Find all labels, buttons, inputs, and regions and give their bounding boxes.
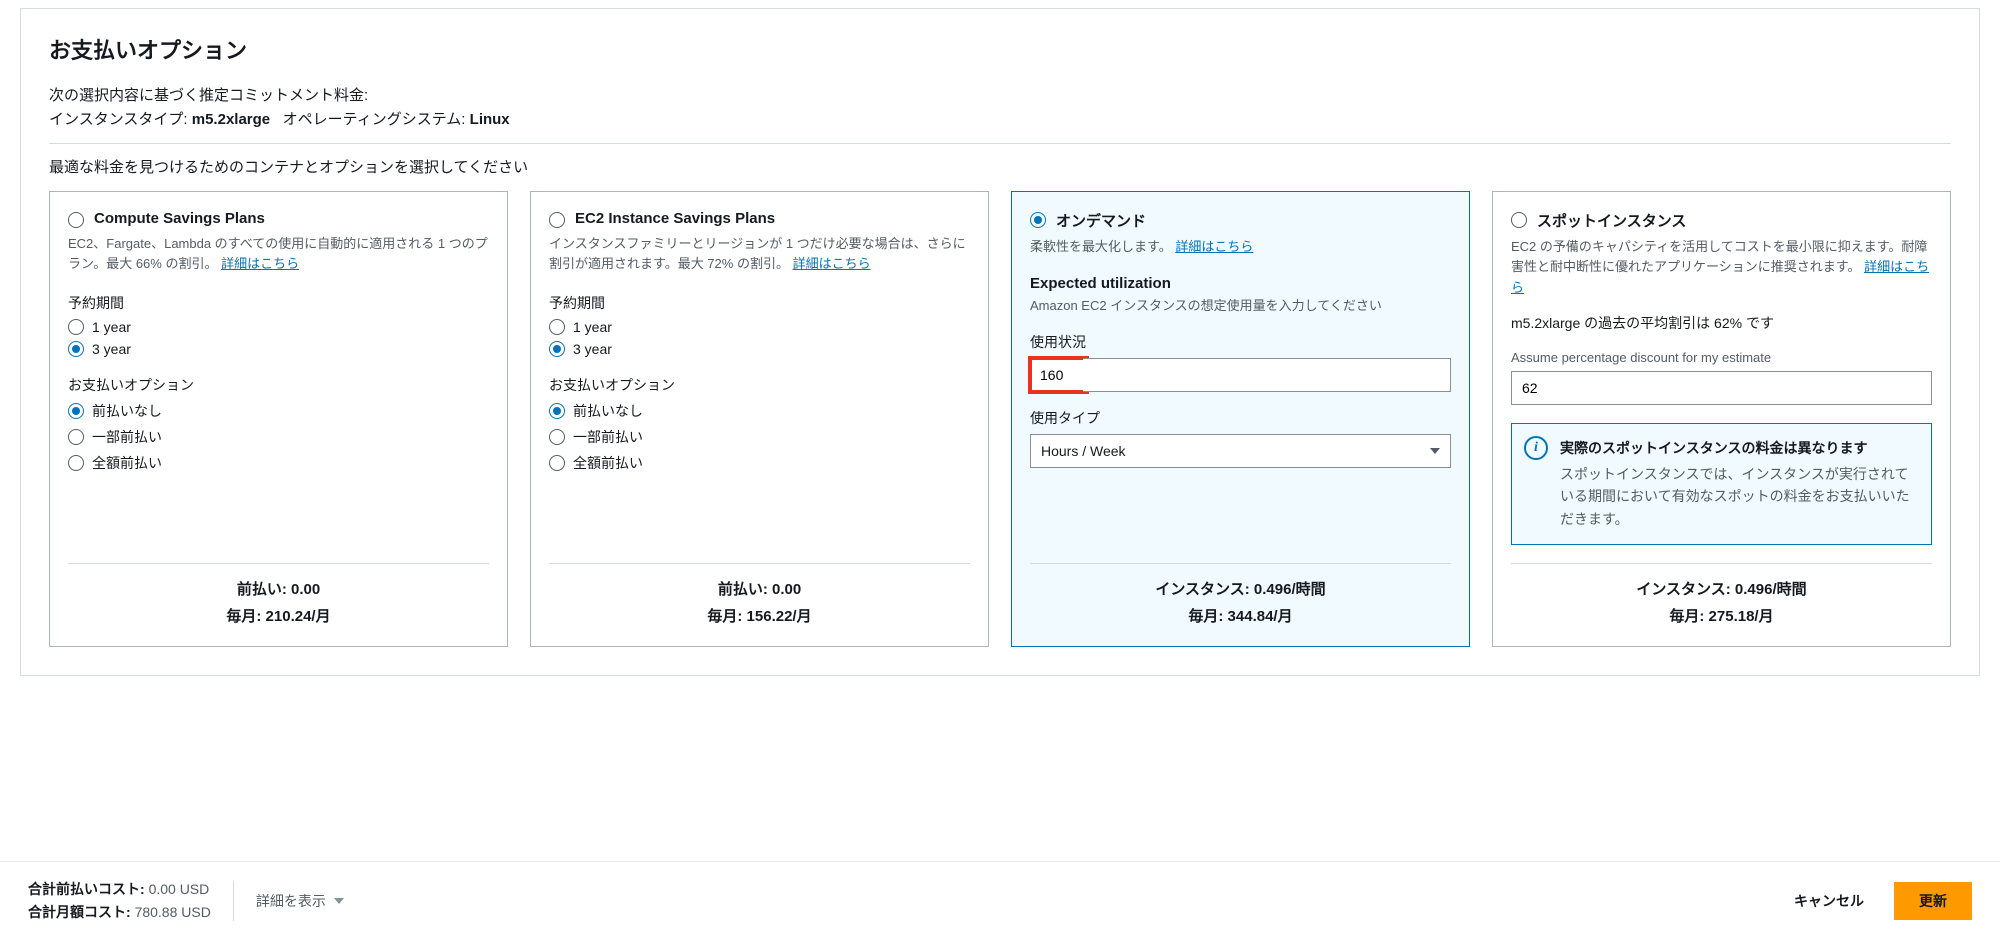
divider <box>49 143 1951 144</box>
caret-down-icon <box>334 898 344 904</box>
panel-title: お支払いオプション <box>49 33 1951 65</box>
pay-none[interactable]: 前払いなし <box>549 401 970 421</box>
total-upfront-value: 0.00 USD <box>149 881 210 897</box>
card-title: Compute Savings Plans <box>94 210 265 227</box>
radio-compute-savings-plans[interactable] <box>68 212 84 228</box>
pay-full[interactable]: 全額前払い <box>68 453 489 473</box>
usage-type-label: 使用タイプ <box>1030 408 1451 428</box>
pricing-cards: Compute Savings Plans EC2、Fargate、Lambda… <box>49 191 1951 648</box>
monthly-cost: 毎月: 210.24/月 <box>68 603 489 630</box>
card-title: オンデマンド <box>1056 210 1146 231</box>
upfront-cost: 前払い: 0.00 <box>549 576 970 603</box>
pay-none[interactable]: 前払いなし <box>68 401 489 421</box>
card-title: スポットインスタンス <box>1537 210 1686 231</box>
radio-pay-none[interactable] <box>549 403 565 419</box>
monthly-cost: 毎月: 344.84/月 <box>1030 603 1451 630</box>
assume-discount-label: Assume percentage discount for my estima… <box>1511 350 1932 365</box>
payment-options-panel: お支払いオプション 次の選択内容に基づく推定コミットメント料金: インスタンスタ… <box>20 8 1980 676</box>
term-1year[interactable]: 1 year <box>68 319 489 335</box>
radio-3year[interactable] <box>68 341 84 357</box>
payment-option-label: お支払いオプション <box>68 375 489 395</box>
total-monthly-label: 合計月額コスト: <box>28 904 131 920</box>
card-desc: インスタンスファミリーとリージョンが 1 つだけ必要な場合は、さらに割引が適用さ… <box>549 234 970 276</box>
show-details-link[interactable]: 詳細を表示 <box>256 891 344 911</box>
historical-discount: m5.2xlarge の過去の平均割引は 62% です <box>1511 313 1932 334</box>
card-desc: 柔軟性を最大化します。 詳細はこちら <box>1030 237 1451 258</box>
info-icon: i <box>1524 436 1548 460</box>
divider <box>549 563 970 564</box>
monthly-cost: 毎月: 275.18/月 <box>1511 603 1932 630</box>
help-text: 最適な料金を見つけるためのコンテナとオプションを選択してください <box>49 156 1951 177</box>
term-3year[interactable]: 3 year <box>549 341 970 357</box>
usage-label: 使用状況 <box>1030 332 1451 352</box>
pay-full[interactable]: 全額前払い <box>549 453 970 473</box>
commitment-summary-intro: 次の選択内容に基づく推定コミットメント料金: <box>49 85 1951 108</box>
pay-partial[interactable]: 一部前払い <box>68 427 489 447</box>
expected-utilization-title: Expected utilization <box>1030 275 1451 292</box>
upfront-cost: 前払い: 0.00 <box>68 576 489 603</box>
usage-input-rest[interactable] <box>1083 358 1451 392</box>
info-title: 実際のスポットインスタンスの料金は異なります <box>1560 438 1917 459</box>
learn-more-link[interactable]: 詳細はこちら <box>793 256 871 271</box>
learn-more-link[interactable]: 詳細はこちら <box>221 256 299 271</box>
card-ondemand[interactable]: オンデマンド 柔軟性を最大化します。 詳細はこちら Expected utili… <box>1011 191 1470 648</box>
radio-pay-none[interactable] <box>68 403 84 419</box>
vertical-divider <box>233 881 234 921</box>
cancel-button[interactable]: キャンセル <box>1782 883 1876 919</box>
caret-down-icon <box>1430 448 1440 454</box>
radio-3year[interactable] <box>549 341 565 357</box>
radio-pay-partial[interactable] <box>68 429 84 445</box>
card-ec2-savings-plans[interactable]: EC2 Instance Savings Plans インスタンスファミリーとリ… <box>530 191 989 648</box>
radio-1year[interactable] <box>68 319 84 335</box>
instance-rate: インスタンス: 0.496/時間 <box>1511 576 1932 603</box>
payment-option-label: お支払いオプション <box>549 375 970 395</box>
card-compute-savings-plans[interactable]: Compute Savings Plans EC2、Fargate、Lambda… <box>49 191 508 648</box>
term-1year[interactable]: 1 year <box>549 319 970 335</box>
learn-more-link[interactable]: 詳細はこちら <box>1175 239 1253 254</box>
term-3year[interactable]: 3 year <box>68 341 489 357</box>
assume-discount-input[interactable] <box>1511 371 1932 405</box>
card-title: EC2 Instance Savings Plans <box>575 210 775 227</box>
radio-ondemand[interactable] <box>1030 212 1046 228</box>
term-label: 予約期間 <box>549 293 970 313</box>
update-button[interactable]: 更新 <box>1894 882 1972 920</box>
pay-partial[interactable]: 一部前払い <box>549 427 970 447</box>
bottom-bar: 合計前払いコスト: 0.00 USD 合計月額コスト: 780.88 USD 詳… <box>0 861 2000 939</box>
radio-pay-partial[interactable] <box>549 429 565 445</box>
card-spot[interactable]: スポットインスタンス EC2 の予備のキャパシティを活用してコストを最小限に抑え… <box>1492 191 1951 648</box>
usage-type-select[interactable]: Hours / Week <box>1030 434 1451 468</box>
info-body: スポットインスタンスでは、インスタンスが実行されている期間において有効なスポット… <box>1560 463 1917 530</box>
radio-spot[interactable] <box>1511 212 1527 228</box>
card-desc: EC2、Fargate、Lambda のすべての使用に自動的に適用される 1 つ… <box>68 234 489 276</box>
total-upfront-label: 合計前払いコスト: <box>28 881 145 897</box>
spot-info-box: i 実際のスポットインスタンスの料金は異なります スポットインスタンスでは、イン… <box>1511 423 1932 545</box>
divider <box>68 563 489 564</box>
commitment-summary-details: インスタンスタイプ: m5.2xlarge オペレーティングシステム: Linu… <box>49 108 1951 129</box>
term-label: 予約期間 <box>68 293 489 313</box>
divider <box>1030 563 1451 564</box>
monthly-cost: 毎月: 156.22/月 <box>549 603 970 630</box>
usage-input[interactable] <box>1030 358 1087 392</box>
divider <box>1511 563 1932 564</box>
usage-type-value: Hours / Week <box>1041 443 1126 459</box>
radio-pay-full[interactable] <box>549 455 565 471</box>
instance-rate: インスタンス: 0.496/時間 <box>1030 576 1451 603</box>
radio-1year[interactable] <box>549 319 565 335</box>
radio-pay-full[interactable] <box>68 455 84 471</box>
total-costs: 合計前払いコスト: 0.00 USD 合計月額コスト: 780.88 USD <box>28 878 211 923</box>
radio-ec2-savings-plans[interactable] <box>549 212 565 228</box>
total-monthly-value: 780.88 USD <box>135 904 211 920</box>
card-desc: EC2 の予備のキャパシティを活用してコストを最小限に抑えます。耐障害性と耐中断… <box>1511 237 1932 299</box>
expected-utilization-desc: Amazon EC2 インスタンスの想定使用量を入力してください <box>1030 296 1451 316</box>
